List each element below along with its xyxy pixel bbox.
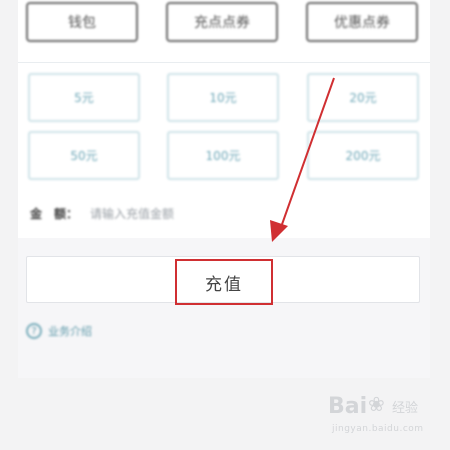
- arrow-shaft: [279, 77, 335, 231]
- annotation-arrow: [270, 77, 335, 242]
- arrow-head: [270, 220, 288, 242]
- baidu-jingyan-watermark: Bai ❀ 经验 jingyan.baidu.com: [328, 390, 438, 442]
- watermark-brand-suffix: 经验: [392, 401, 419, 416]
- watermark-url: jingyan.baidu.com: [332, 424, 424, 434]
- watermark-brand: Bai: [328, 394, 368, 419]
- paw-icon: ❀: [368, 392, 385, 416]
